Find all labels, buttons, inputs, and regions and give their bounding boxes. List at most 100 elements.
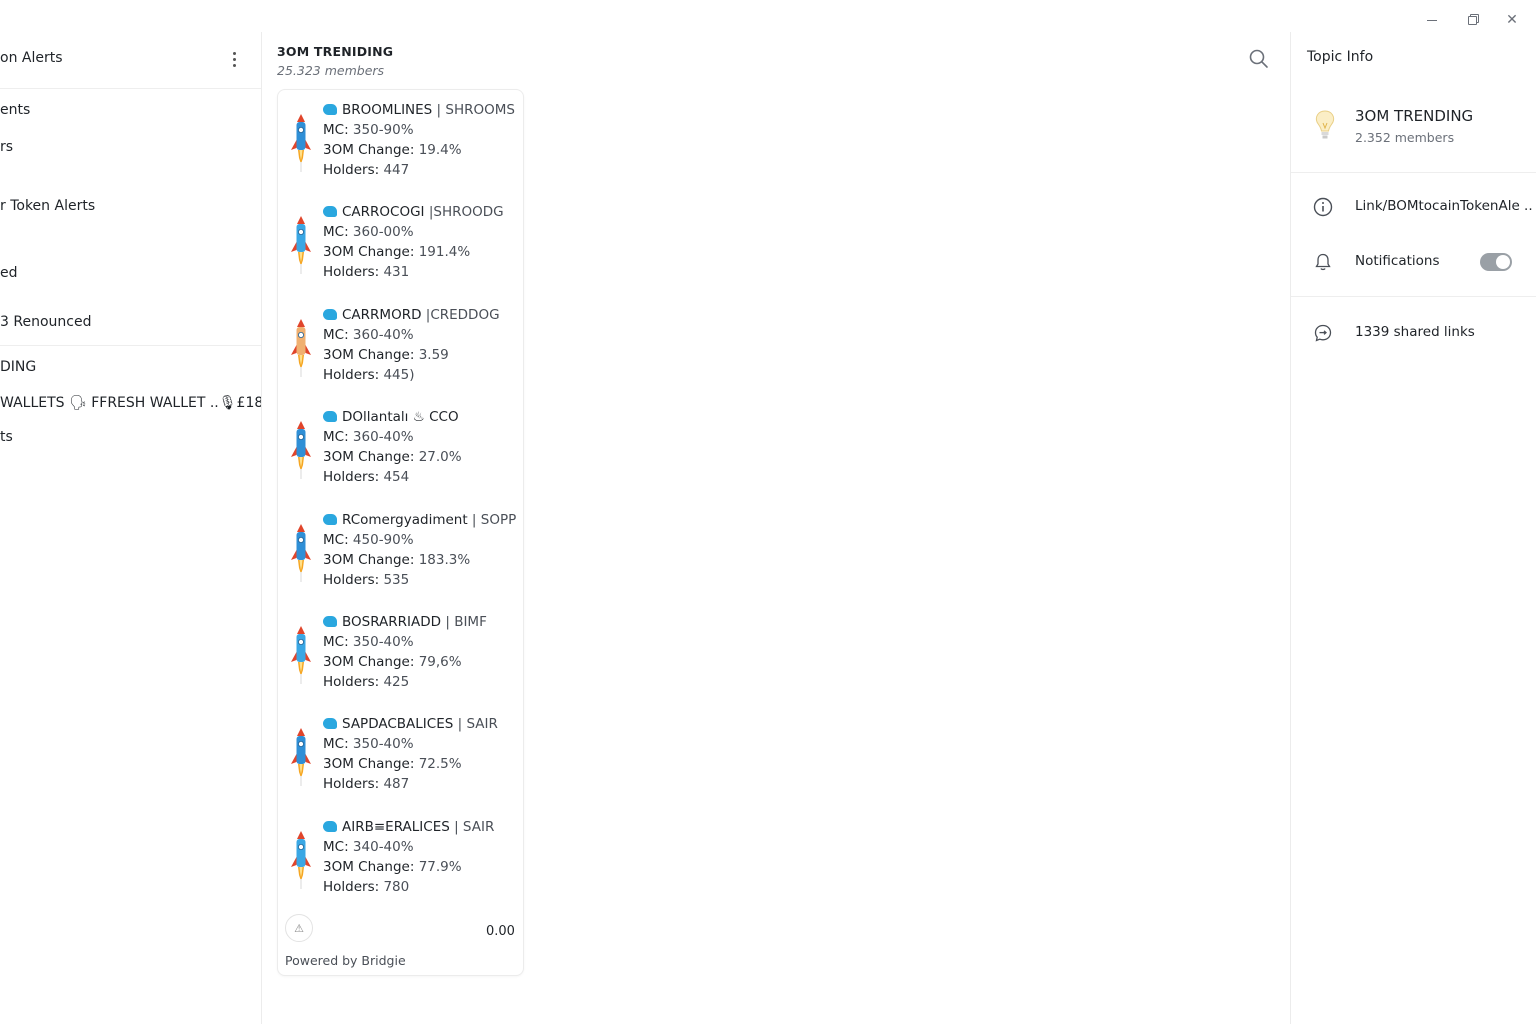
rocket-icon [291,319,311,377]
sidebar-item[interactable]: ents [0,102,30,118]
close-button[interactable]: ✕ [1499,7,1525,33]
holders-label: Holders: [323,776,384,792]
topic-link-row[interactable]: Link/BOMtocainTokenAle .. [1291,188,1536,228]
token-holders-line: Holders: 454 [323,469,409,485]
token-name-line: CARRMORD |CREDDOG [323,307,500,323]
token-mc-line: MC: 350-90% [323,122,414,138]
maximize-icon [1467,15,1477,25]
chat-member-count: 25.323 members [277,63,385,78]
token-symbol: | SAIR [453,716,498,732]
minimize-button[interactable] [1419,7,1445,33]
message-amount: 0.00 [486,924,515,939]
change-label: 3OM Change: [323,859,419,875]
topic-link[interactable]: Link/BOMtocainTokenAle .. [1355,198,1533,214]
token-mc-line: MC: 360-40% [323,327,414,343]
mc-label: MC: [323,224,353,240]
rocket-icon [291,831,311,889]
token-name-line: CARROCOGI |SHROODG [323,204,504,220]
token-entry: DOllantalı ♨ CCO MC: 360-40% 3OM Change: … [278,407,523,497]
token-holders-line: Holders: 431 [323,264,409,280]
token-change-line: 3OM Change: 183.3% [323,552,470,568]
reaction-button[interactable]: ⚠ [285,914,313,942]
token-change-line: 3OM Change: 27.0% [323,449,462,465]
holders-value: 780 [383,879,410,895]
close-icon: ✕ [1506,12,1518,28]
token-name-line: AIRB≡ERALICES | SAIR [323,819,494,835]
sidebar-divider [0,345,261,346]
notifications-toggle[interactable] [1480,253,1512,271]
change-value: 183.3% [418,552,471,568]
token-change-line: 3OM Change: 19.4% [323,142,462,158]
change-value: 77.9% [418,859,462,875]
minimize-icon [1427,19,1437,21]
token-name: AIRB≡ERALICES [342,819,450,835]
sidebar-item[interactable]: WALLETS 🗣 FFRESH WALLET ..🎙£185 [0,395,261,411]
shared-links-row[interactable]: 1339 shared links [1291,314,1536,354]
holders-label: Holders: [323,469,384,485]
powered-by-label: Powered by Bridgie [285,953,406,968]
rocket-icon [291,728,311,786]
more-options-icon[interactable] [224,48,244,70]
mc-value: 340-40% [352,839,414,855]
token-entry: BROOMLINES | SHROOMS MC: 350-90% 3OM Chang… [278,100,523,190]
holders-label: Holders: [323,572,384,588]
bird-icon [323,309,337,320]
change-label: 3OM Change: [323,756,419,772]
token-name: CARRMORD [342,307,422,323]
mc-value: 450-90% [352,532,414,548]
token-name: BOSRARRIADD [342,614,442,630]
maximize-button[interactable] [1459,7,1485,33]
token-change-line: 3OM Change: 72.5% [323,756,462,772]
token-entry: CARRMORD |CREDDOG MC: 360-40% 3OM Change: … [278,305,523,395]
sidebar-item[interactable]: ed [0,265,18,281]
holders-value: 487 [383,776,410,792]
mc-label: MC: [323,839,353,855]
change-value: 27.0% [418,449,462,465]
warning-icon: ⚠ [294,921,304,935]
token-name-line: DOllantalı ♨ CCO [323,409,459,425]
change-value: 72.5% [418,756,462,772]
token-name-line: BROOMLINES | SHROOMS [323,102,515,118]
token-holders-line: Holders: 445) [323,367,415,383]
holders-label: Holders: [323,264,384,280]
search-icon[interactable] [1248,48,1270,70]
holders-value: 447 [383,162,410,178]
token-holders-line: Holders: 780 [323,879,409,895]
notifications-row[interactable]: Notifications [1291,243,1536,283]
sidebar-item-active[interactable]: DING [0,359,36,375]
token-entry: SAPDACBALICES | SAIR MC: 350-40% 3OM Chang… [278,714,523,804]
panel-title: Topic Info [1307,49,1374,65]
chat-title[interactable]: 3OM TRENIDING [277,44,393,59]
token-symbol: | SAIR [449,819,495,835]
token-mc-line: MC: 350-40% [323,634,414,650]
mc-value: 350-90% [352,122,414,138]
sidebar-item[interactable]: r Token Alerts [0,198,95,214]
change-label: 3OM Change: [323,449,419,465]
bird-icon [323,104,337,115]
rocket-icon [291,421,311,479]
token-name-line: SAPDACBALICES | SAIR [323,716,498,732]
rocket-icon [291,216,311,274]
change-label: 3OM Change: [323,347,419,363]
token-symbol: |CREDDOG [421,307,500,323]
token-symbol: | SHROOMS [432,102,515,118]
sidebar-item[interactable]: ts [0,429,13,445]
holders-label: Holders: [323,367,384,383]
sidebar-item[interactable]: rs [0,139,13,155]
change-value: 79,6% [418,654,462,670]
change-value: 3.59 [418,347,449,363]
sidebar-item[interactable]: 3 Renounced [0,314,91,330]
message-footer: ⚠ 0.00 Powered by Bridgie [278,910,523,970]
mc-label: MC: [323,736,353,752]
sidebar-header: on Alerts [0,32,261,89]
bird-icon [323,821,337,832]
token-name: BROOMLINES [342,102,433,118]
mc-value: 350-40% [352,736,414,752]
change-value: 19.4% [418,142,462,158]
mc-label: MC: [323,532,353,548]
token-name: RComergyadiment [342,512,468,528]
token-holders-line: Holders: 447 [323,162,409,178]
token-mc-line: MC: 450-90% [323,532,414,548]
token-entry: CARROCOGI |SHROODG MC: 360-00% 3OM Change:… [278,202,523,292]
bird-icon [323,206,337,217]
